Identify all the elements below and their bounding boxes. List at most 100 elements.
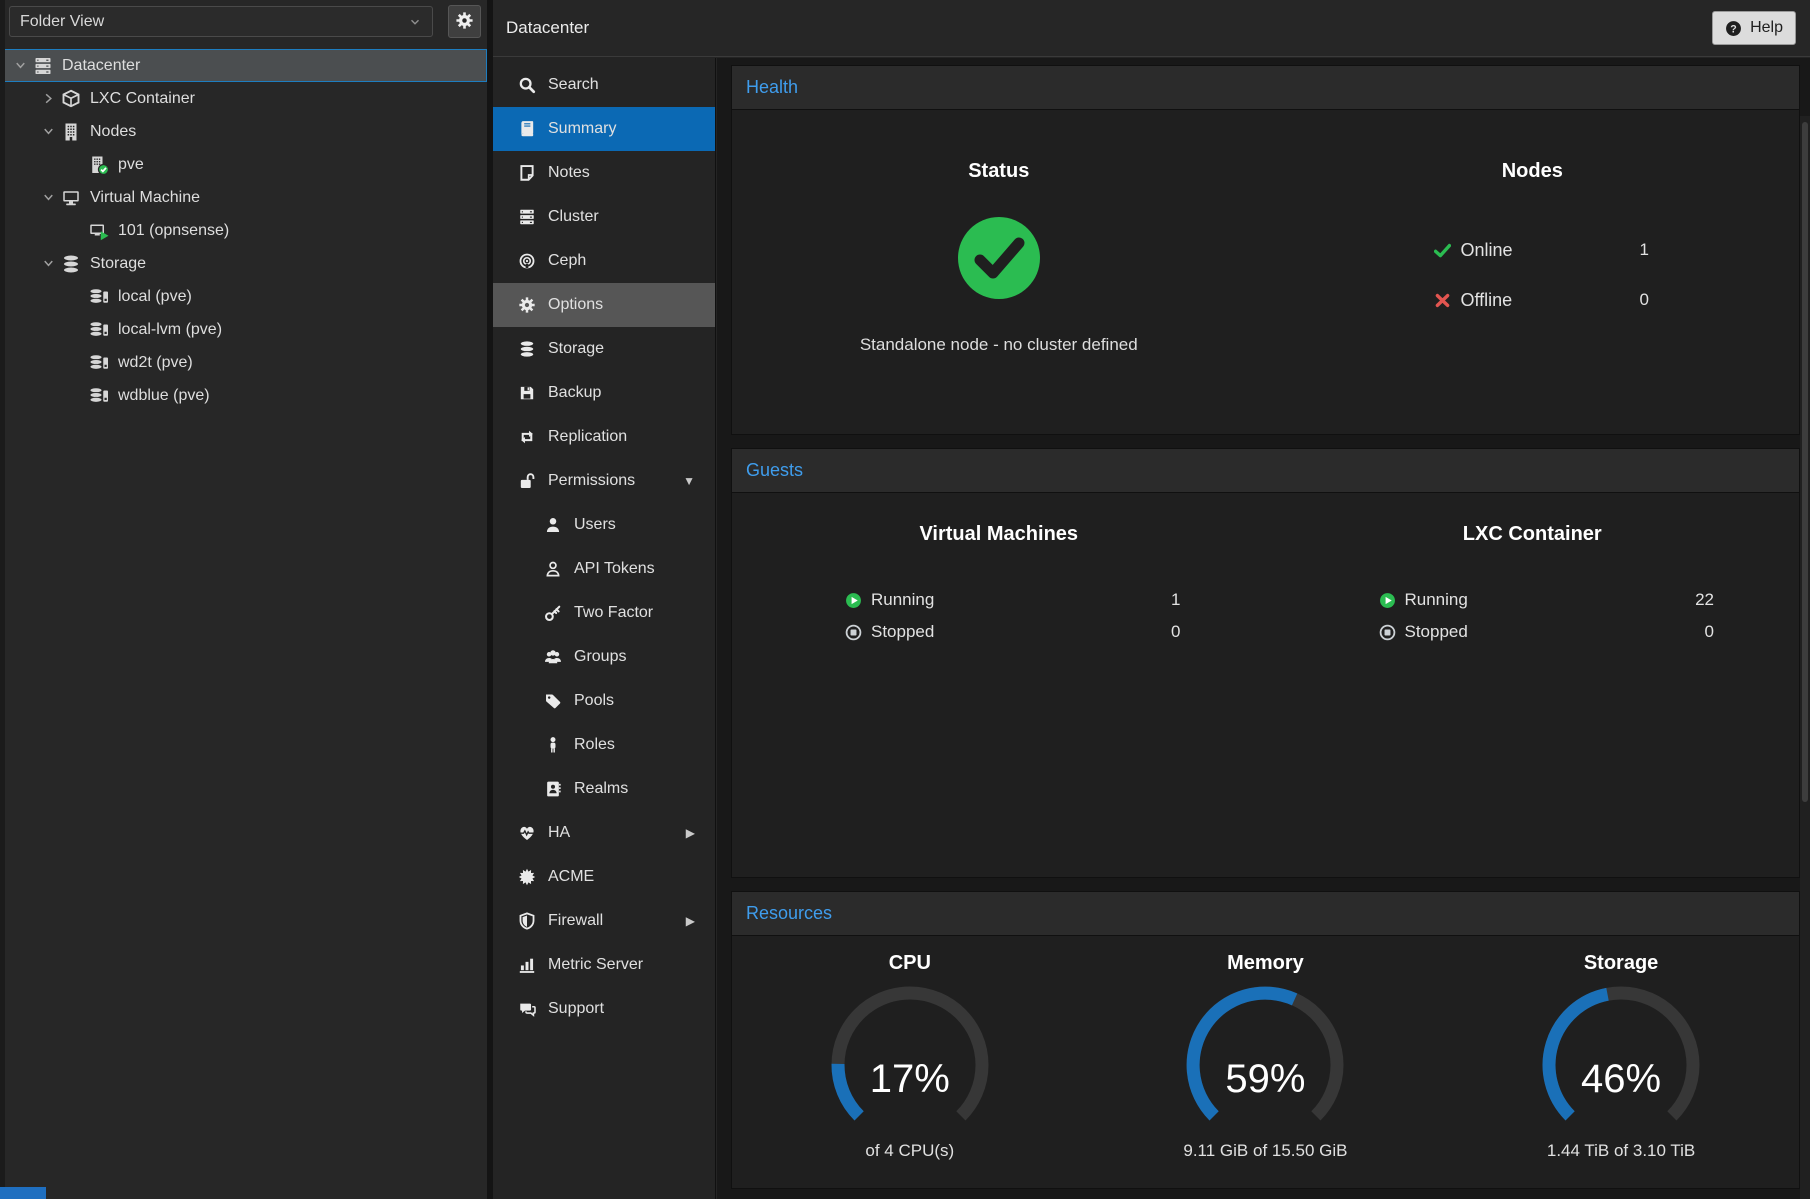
nav-item-search[interactable]: Search <box>493 63 715 107</box>
nav-item-pools[interactable]: Pools <box>493 679 715 723</box>
tree-item-datacenter[interactable]: Datacenter <box>0 49 487 82</box>
tree-expander-icon[interactable] <box>10 58 30 74</box>
tree-expander-spacer <box>66 289 86 305</box>
status-value: 0 <box>1171 622 1180 642</box>
storage-discs-icon <box>61 254 81 274</box>
check-circle-icon <box>956 215 1042 301</box>
storage-drive-icon <box>89 287 109 307</box>
tree-item-label: Virtual Machine <box>90 189 200 207</box>
nav-item-options[interactable]: Options <box>493 283 715 327</box>
gear-icon <box>455 11 474 33</box>
content-header: Datacenter ? Help <box>493 0 1810 57</box>
tree-item-local-pve[interactable]: local (pve) <box>0 280 487 313</box>
view-mode-value: Folder View <box>20 13 104 31</box>
nav-item-label: Replication <box>548 428 627 446</box>
tree-settings-button[interactable] <box>448 5 481 38</box>
nav-item-acme[interactable]: ACME <box>493 855 715 899</box>
tree-item-101-opnsense[interactable]: 101 (opnsense) <box>0 214 487 247</box>
nav-item-replication[interactable]: Replication <box>493 415 715 459</box>
nav-item-label: Pools <box>574 692 614 710</box>
tree-item-label: Nodes <box>90 123 136 141</box>
cross-icon <box>1434 292 1451 309</box>
tree-item-local-lvm-pve[interactable]: local-lvm (pve) <box>0 313 487 346</box>
nav-item-label: Search <box>548 76 599 94</box>
tree-expander-spacer <box>66 223 86 239</box>
bar-chart-icon <box>518 956 536 974</box>
tree-expander-icon[interactable] <box>38 190 58 206</box>
user-icon <box>544 516 562 534</box>
shield-icon <box>518 912 536 930</box>
tree-item-nodes[interactable]: Nodes <box>0 115 487 148</box>
nav-item-label: Users <box>574 516 616 534</box>
nodes-header: Nodes <box>1266 160 1800 183</box>
nav-item-ha[interactable]: HA▶ <box>493 811 715 855</box>
tree-expander-icon[interactable] <box>38 124 58 140</box>
tree-item-virtual-machine[interactable]: Virtual Machine <box>0 181 487 214</box>
nav-item-groups[interactable]: Groups <box>493 635 715 679</box>
nodes-building-icon <box>61 122 81 142</box>
storage-drive-icon <box>89 386 109 406</box>
submenu-collapsed-icon: ▶ <box>686 914 695 928</box>
user-outline-icon <box>544 560 562 578</box>
tree-expander-icon[interactable] <box>38 91 58 107</box>
tree-item-label: LXC Container <box>90 90 195 108</box>
nav-item-cluster[interactable]: Cluster <box>493 195 715 239</box>
storage-drive-icon <box>89 353 109 373</box>
resources-panel: Resources CPU17%of 4 CPU(s)Memory59%9.11… <box>731 891 1800 1189</box>
tree-item-wdblue-pve[interactable]: wdblue (pve) <box>0 379 487 412</box>
tree-expander-spacer <box>66 388 86 404</box>
page-title: Datacenter <box>506 18 589 38</box>
scrollbar-thumb[interactable] <box>1802 122 1808 802</box>
submenu-expanded-icon: ▼ <box>683 474 695 488</box>
nav-item-summary[interactable]: Summary <box>493 107 715 151</box>
status-label: Running <box>1405 590 1468 610</box>
check-icon <box>1434 242 1451 259</box>
nav-item-ceph[interactable]: Ceph <box>493 239 715 283</box>
nav-item-api-tokens[interactable]: API Tokens <box>493 547 715 591</box>
nav-item-roles[interactable]: Roles <box>493 723 715 767</box>
chevron-down-icon <box>41 190 56 205</box>
nav-item-metric-server[interactable]: Metric Server <box>493 943 715 987</box>
gauge-percent: 59% <box>1170 1057 1360 1102</box>
group-icon <box>544 648 562 666</box>
nav-item-two-factor[interactable]: Two Factor <box>493 591 715 635</box>
tree-item-label: Storage <box>90 255 146 273</box>
nodes-status-column: Nodes Online1Offline0 <box>1266 110 1800 434</box>
database-icon <box>518 340 536 358</box>
nav-item-backup[interactable]: Backup <box>493 371 715 415</box>
nav-item-realms[interactable]: Realms <box>493 767 715 811</box>
nav-item-support[interactable]: Support <box>493 987 715 1031</box>
status-ok-icon <box>956 215 1042 301</box>
nav-item-storage[interactable]: Storage <box>493 327 715 371</box>
nav-item-label: Two Factor <box>574 604 653 622</box>
view-mode-select[interactable]: Folder View <box>9 6 433 37</box>
help-button[interactable]: ? Help <box>1712 11 1796 45</box>
tree-expander-icon[interactable] <box>38 256 58 272</box>
cluster-icon <box>518 208 536 226</box>
node-online-icon <box>89 155 109 175</box>
content-scrollbar[interactable] <box>1800 116 1810 1199</box>
tree-item-pve[interactable]: pve <box>0 148 487 181</box>
tree-item-storage[interactable]: Storage <box>0 247 487 280</box>
tree-item-label: Datacenter <box>62 57 140 75</box>
datacenter-panel: Datacenter ? Help Search SummaryNotes Clus… <box>493 0 1810 1199</box>
seal-icon <box>518 868 536 886</box>
nav-item-permissions[interactable]: Permissions▼ <box>493 459 715 503</box>
status-label: Online <box>1461 240 1513 261</box>
status-row-running: Running22 <box>1379 584 1715 616</box>
help-label: Help <box>1750 19 1783 37</box>
tree-item-wd2t-pve[interactable]: wd2t (pve) <box>0 346 487 379</box>
nav-item-firewall[interactable]: Firewall▶ <box>493 899 715 943</box>
tree-item-label: 101 (opnsense) <box>118 222 229 240</box>
nav-item-label: Ceph <box>548 252 586 270</box>
search-icon <box>518 76 536 94</box>
tree-expander-spacer <box>66 157 86 173</box>
status-row-stopped: Stopped0 <box>845 616 1181 648</box>
tree-item-lxc-container[interactable]: LXC Container <box>0 82 487 115</box>
nav-item-label: Cluster <box>548 208 599 226</box>
nav-item-users[interactable]: Users <box>493 503 715 547</box>
section-nav: Search SummaryNotes Cluster Ceph OptionsStor… <box>493 58 716 1199</box>
nav-item-label: Support <box>548 1000 604 1018</box>
nav-item-notes[interactable]: Notes <box>493 151 715 195</box>
guests-column-lxc-container: LXC ContainerRunning22Stopped0 <box>1266 493 1800 877</box>
